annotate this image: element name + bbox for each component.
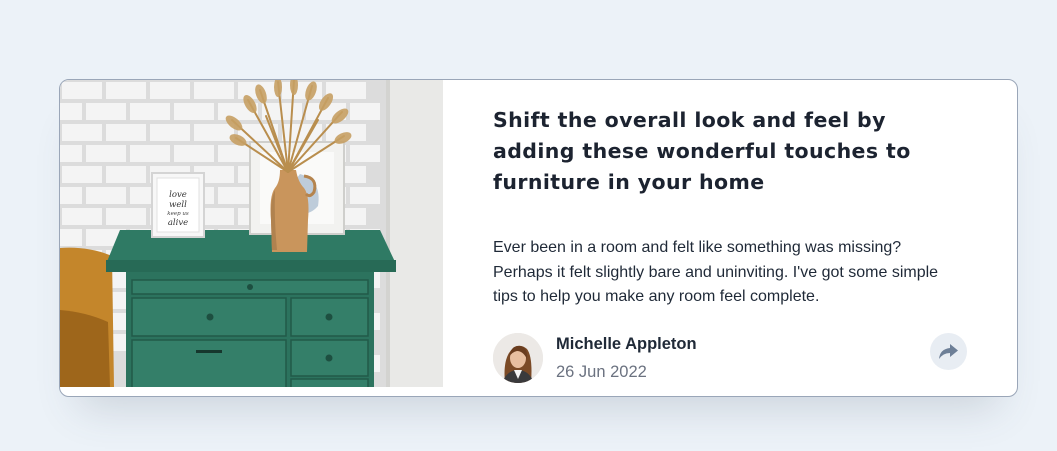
author-row: Michelle Appleton 26 Jun 2022 bbox=[493, 333, 973, 385]
article-title[interactable]: Shift the overall look and feel by addin… bbox=[493, 105, 933, 198]
avatar-photo bbox=[493, 333, 543, 383]
article-image: love well keep us alive bbox=[60, 80, 443, 387]
drawers-photo: love well keep us alive bbox=[60, 80, 443, 387]
frame-text-3: keep us bbox=[167, 211, 189, 217]
frame-text-1: love bbox=[169, 190, 187, 200]
article-description: Ever been in a room and felt like someth… bbox=[493, 239, 939, 305]
share-button[interactable] bbox=[930, 333, 967, 370]
author-avatar bbox=[493, 333, 543, 383]
frame-text-4: alive bbox=[168, 218, 188, 228]
publish-date: 26 Jun 2022 bbox=[556, 363, 647, 381]
article-card: love well keep us alive Shift the overal… bbox=[59, 79, 1018, 397]
share-icon bbox=[939, 344, 958, 359]
frame-text-2: well bbox=[169, 200, 187, 210]
article-content: Shift the overall look and feel by addin… bbox=[493, 80, 1017, 396]
author-name: Michelle Appleton bbox=[556, 335, 697, 353]
